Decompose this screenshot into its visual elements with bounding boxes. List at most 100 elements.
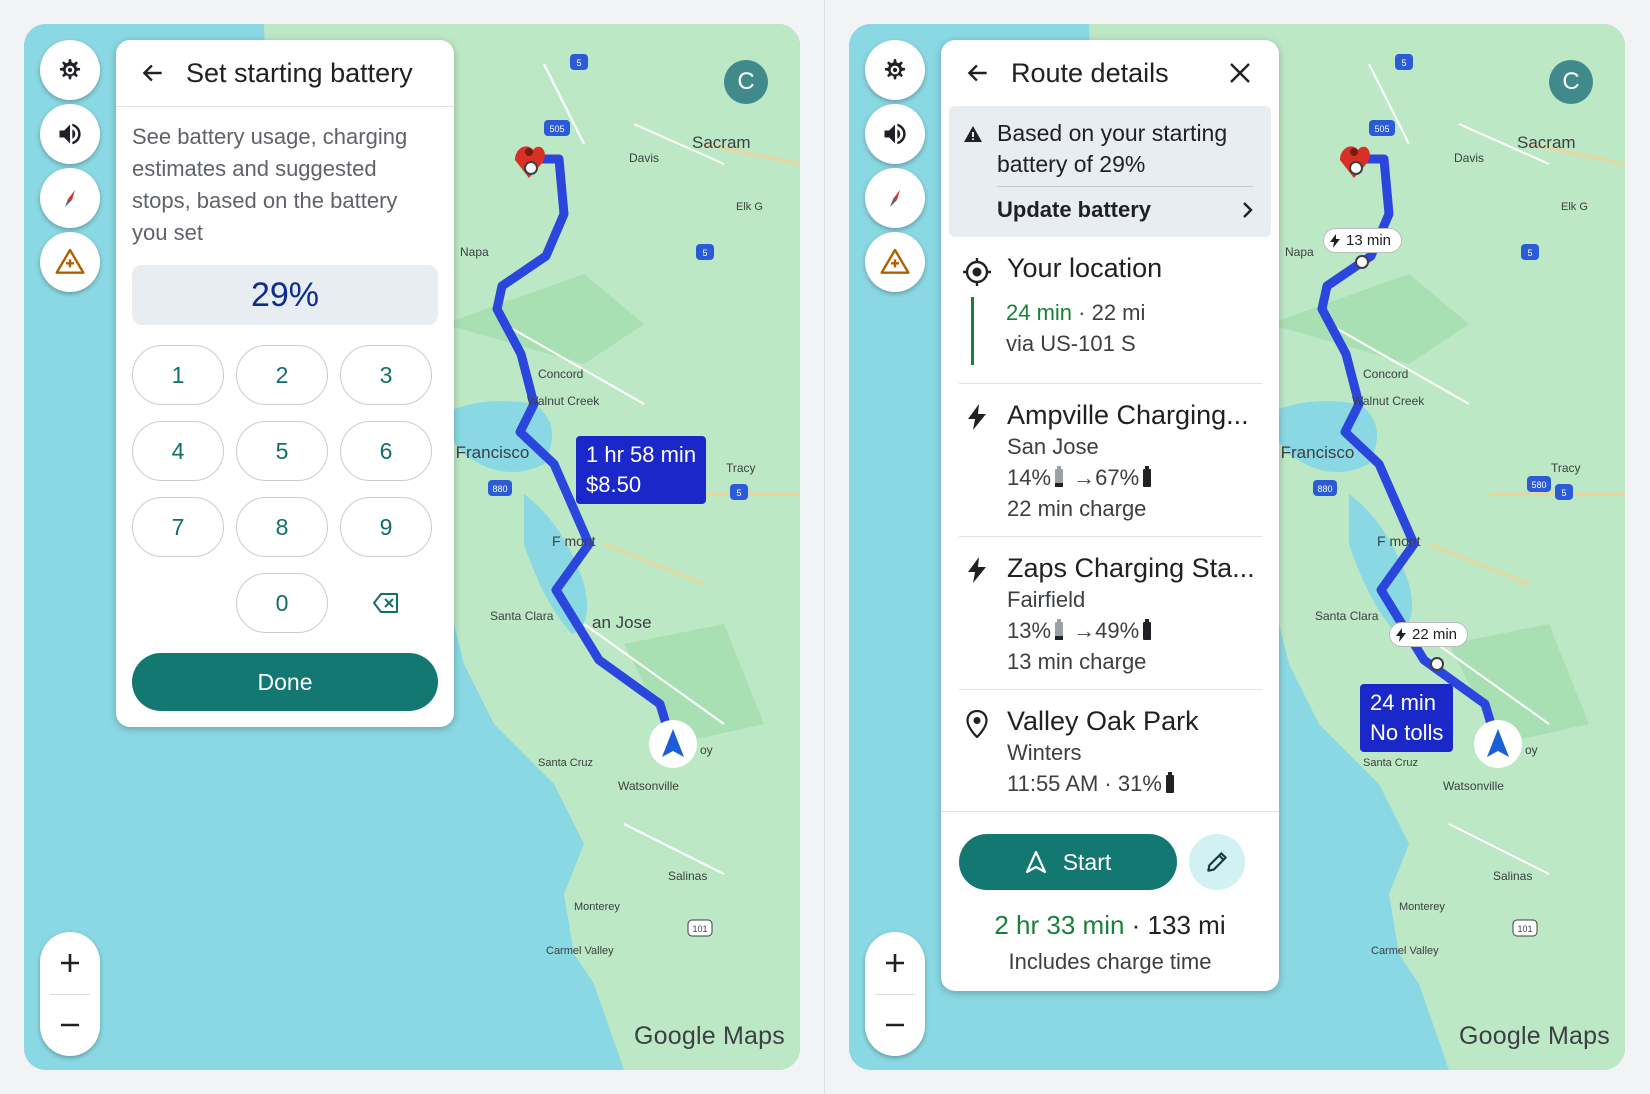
route-time: 24 min [1370,690,1437,715]
sound-button[interactable] [40,104,100,164]
zoom-out-button[interactable] [40,994,100,1056]
shield-us101: 101 [692,924,707,934]
plus-icon [886,954,904,972]
zoom-in-button[interactable] [865,932,925,994]
account-avatar[interactable]: C [1549,60,1593,104]
bolt-icon [968,557,986,583]
update-battery-button[interactable]: Update battery [949,187,1271,237]
key-6[interactable]: 6 [340,421,432,481]
map-label-sacramento: Sacram [1517,133,1576,152]
destination-item[interactable]: Valley Oak Park Winters 11:55 AM · 31% [941,690,1279,811]
map-label-salinas: Salinas [668,869,707,883]
charging-stop-item[interactable]: Zaps Charging Sta... Fairfield 13% →49% … [941,537,1279,689]
route-summary: 2 hr 33 min · 133 mi [959,910,1261,941]
key-9[interactable]: 9 [340,497,432,557]
close-button[interactable] [1225,58,1255,88]
start-button[interactable]: Start [959,834,1177,890]
shield-i580: 580 [1531,480,1546,490]
route-time-callout[interactable]: 1 hr 58 min $8.50 [576,436,707,504]
map-label-gilroy: oy [700,743,713,757]
map-label-elk: Elk G [1561,201,1588,213]
panel-title: Set starting battery [186,57,413,88]
compass-button[interactable] [40,168,100,228]
key-3[interactable]: 3 [340,345,432,405]
map-label-davis: Davis [629,151,659,165]
total-time: 2 hr 33 min [994,910,1125,940]
chevron-right-icon [1243,202,1253,218]
report-hazard-button[interactable] [40,232,100,292]
map-label-fremont: F mont [1377,533,1421,549]
key-4[interactable]: 4 [132,421,224,481]
compass-icon [65,190,75,207]
shield-i5: 5 [1401,58,1406,68]
arrow-back-icon [142,64,162,82]
key-2[interactable]: 2 [236,345,328,405]
left-screen: Sacram Davis Napa Elk G Concord Walnut C… [24,24,800,1070]
arrival-info: 11:55 AM · 31% [1007,771,1162,796]
map-label-santa-clara: Santa Clara [490,609,554,623]
origin-item[interactable]: Your location [941,237,1279,287]
minus-icon [886,1023,904,1027]
shield-i5-b: 5 [702,248,707,258]
settings-button[interactable] [40,40,100,100]
key-1[interactable]: 1 [132,345,224,405]
edit-route-button[interactable] [1189,834,1245,890]
done-button[interactable]: Done [132,653,438,711]
map-label-carmel: Carmel Valley [1371,945,1439,957]
key-0[interactable]: 0 [236,573,328,633]
account-avatar[interactable]: C [724,60,768,104]
map-label-davis: Davis [1454,151,1484,165]
map-label-tracy: Tracy [726,461,756,475]
plus-icon [61,954,79,972]
stop-city: Fairfield [1007,587,1086,612]
map-label-carmel: Carmel Valley [546,945,614,957]
gear-icon [59,59,81,80]
route-time: 1 hr 58 min [586,442,697,467]
shield-i5-c: 5 [736,488,741,498]
map-label-elk: Elk G [736,201,763,213]
back-button[interactable] [138,58,168,88]
total-distance: · 133 mi [1124,910,1226,940]
map-label-tracy: Tracy [1551,461,1581,475]
shield-i5: 5 [576,58,581,68]
shield-i505: 505 [1374,124,1389,134]
panel-description: See battery usage, charging estimates an… [132,124,408,245]
report-hazard-button[interactable] [865,232,925,292]
route-time-callout[interactable]: 24 min No tolls [1360,684,1454,752]
backspace-button[interactable] [340,573,432,633]
map-label-santa-cruz: Santa Cruz [1363,757,1418,769]
battery-value-display[interactable]: 29% [132,265,438,325]
volume-icon [59,123,81,145]
stop-name: Zaps Charging Sta... [1007,553,1255,583]
route-summary-note: Includes charge time [1008,949,1212,974]
key-7[interactable]: 7 [132,497,224,557]
volume-icon [884,123,906,145]
settings-button[interactable] [865,40,925,100]
charging-stop-chip-san-jose[interactable]: 22 min [1389,622,1469,647]
battery-low-icon [1055,466,1064,487]
key-8[interactable]: 8 [236,497,328,557]
route-cost: $8.50 [586,472,642,497]
stop-city: San Jose [1007,434,1099,459]
stop-charge-time: 13 min charge [1007,649,1147,674]
charging-stop-chip-fairfield[interactable]: 13 min [1323,228,1403,253]
warning-icon [964,126,982,142]
zoom-in-button[interactable] [40,932,100,994]
keypad-spacer [132,573,224,633]
zoom-out-button[interactable] [865,994,925,1056]
battery-notice-text: Based on your starting battery of 29% [997,120,1228,177]
back-button[interactable] [963,58,993,88]
shield-i505: 505 [549,124,564,134]
compass-button[interactable] [865,168,925,228]
panel-title: Route details [1011,57,1169,88]
arrow-back-icon [967,64,987,82]
shield-i5-c: 5 [1561,488,1566,498]
google-maps-logo: Google Maps [634,1022,785,1050]
hazard-icon [880,248,910,274]
leg-via: via US-101 S [1006,331,1136,356]
compass-icon [890,190,900,207]
route-details-panel: Route details Based on your starting bat… [941,40,1279,991]
sound-button[interactable] [865,104,925,164]
charging-stop-item[interactable]: Ampville Charging... San Jose 14% →67% 2… [941,384,1279,536]
key-5[interactable]: 5 [236,421,328,481]
